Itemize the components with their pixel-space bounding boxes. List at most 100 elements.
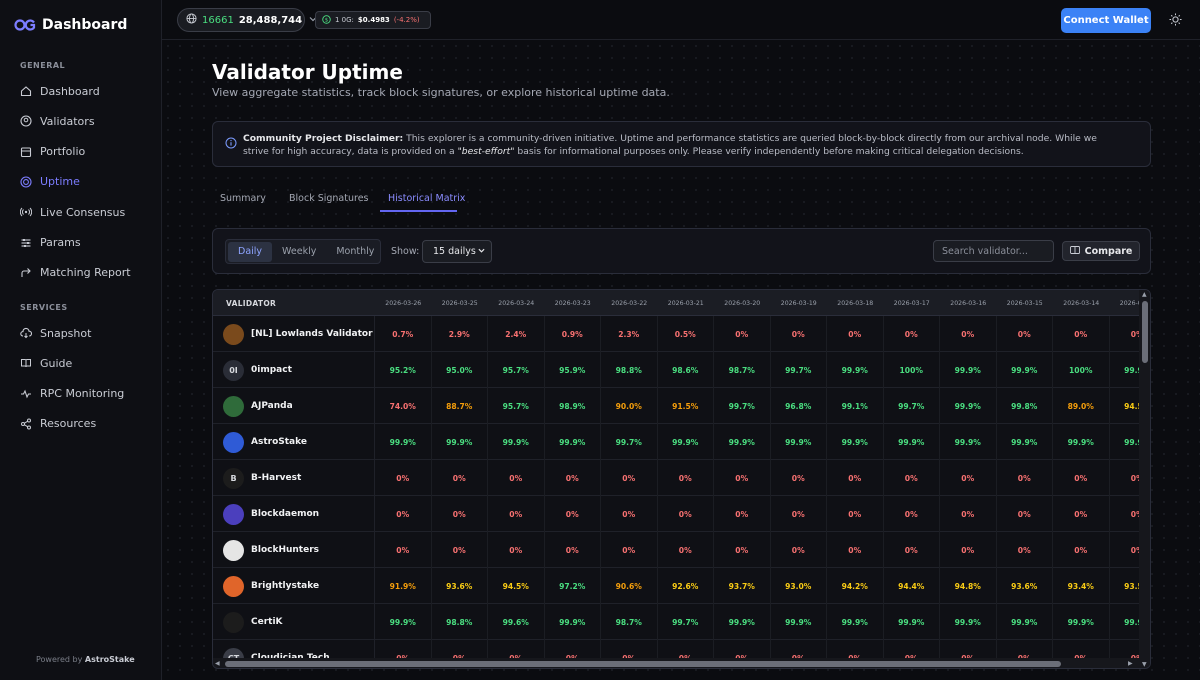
table-row[interactable]: B B-Harvest 0% 0% 0% 0% 0% 0% 0% 0% 0% 0% 0% 0% 0% 0%: [213, 460, 1150, 496]
tab-block-signatures[interactable]: Block Signatures: [289, 193, 369, 204]
uptime-cell[interactable]: 99.9%: [1053, 424, 1110, 460]
uptime-cell[interactable]: 0%: [884, 460, 940, 496]
uptime-cell[interactable]: 99.7%: [601, 424, 658, 460]
uptime-cell[interactable]: 0%: [884, 532, 940, 568]
scroll-right-icon[interactable]: ▶: [1128, 660, 1133, 667]
period-monthly-button[interactable]: Monthly: [326, 242, 384, 262]
uptime-cell[interactable]: 0%: [997, 460, 1053, 496]
uptime-cell[interactable]: 98.9%: [545, 388, 601, 424]
period-daily-button[interactable]: Daily: [228, 241, 273, 262]
uptime-cell[interactable]: 99.9%: [997, 604, 1053, 640]
validator-cell[interactable]: Blockdaemon: [213, 496, 375, 532]
scroll-down-icon[interactable]: ▼: [1142, 661, 1147, 668]
brand[interactable]: Dashboard: [14, 14, 127, 36]
uptime-cell[interactable]: 99.9%: [940, 352, 997, 388]
scroll-left-icon[interactable]: ◀: [215, 660, 220, 667]
uptime-cell[interactable]: 2.4%: [488, 316, 545, 352]
sidebar-item-resources[interactable]: Resources: [20, 414, 96, 434]
uptime-cell[interactable]: 0%: [545, 532, 601, 568]
uptime-cell[interactable]: 74.0%: [375, 388, 432, 424]
uptime-cell[interactable]: 95.7%: [488, 352, 545, 388]
uptime-cell[interactable]: 93.0%: [771, 568, 827, 604]
uptime-cell[interactable]: 0%: [940, 316, 997, 352]
validator-cell[interactable]: Brightlystake: [213, 568, 375, 604]
uptime-cell[interactable]: 99.9%: [1053, 604, 1110, 640]
sidebar-item-params[interactable]: Params: [20, 233, 81, 253]
table-row[interactable]: BlockHunters 0% 0% 0% 0% 0% 0% 0% 0% 0% 0% 0% 0% 0% 0%: [213, 532, 1150, 568]
uptime-cell[interactable]: 0%: [997, 316, 1053, 352]
uptime-cell[interactable]: 0%: [771, 460, 827, 496]
uptime-cell[interactable]: 0%: [658, 532, 714, 568]
uptime-cell[interactable]: 99.9%: [884, 604, 940, 640]
uptime-cell[interactable]: 0%: [545, 460, 601, 496]
validator-cell[interactable]: AstroStake: [213, 424, 375, 460]
uptime-cell[interactable]: 0%: [714, 532, 771, 568]
uptime-cell[interactable]: 0%: [488, 460, 545, 496]
uptime-cell[interactable]: 0%: [940, 496, 997, 532]
uptime-cell[interactable]: 100%: [1053, 352, 1110, 388]
uptime-cell[interactable]: 98.8%: [432, 604, 488, 640]
uptime-cell[interactable]: 99.9%: [375, 604, 432, 640]
uptime-cell[interactable]: 99.9%: [997, 424, 1053, 460]
scroll-up-icon[interactable]: ▲: [1142, 291, 1147, 298]
uptime-cell[interactable]: 99.9%: [771, 424, 827, 460]
uptime-cell[interactable]: 99.8%: [997, 388, 1053, 424]
uptime-cell[interactable]: 99.9%: [375, 424, 432, 460]
horizontal-scroll-thumb[interactable]: [225, 661, 1061, 667]
validator-name[interactable]: 0impact: [251, 365, 292, 375]
uptime-cell[interactable]: 0.5%: [658, 316, 714, 352]
uptime-cell[interactable]: 100%: [884, 352, 940, 388]
tab-historical-matrix[interactable]: Historical Matrix: [388, 193, 465, 204]
uptime-cell[interactable]: 0%: [658, 496, 714, 532]
uptime-cell[interactable]: 99.9%: [940, 604, 997, 640]
uptime-cell[interactable]: 99.1%: [827, 388, 884, 424]
uptime-cell[interactable]: 99.9%: [997, 352, 1053, 388]
uptime-cell[interactable]: 94.5%: [488, 568, 545, 604]
table-row[interactable]: CertiK 99.9% 98.8% 99.6% 99.9% 98.7% 99.7% 99.9…: [213, 604, 1150, 640]
uptime-cell[interactable]: 0%: [432, 532, 488, 568]
uptime-cell[interactable]: 0%: [432, 496, 488, 532]
uptime-cell[interactable]: 0%: [714, 496, 771, 532]
uptime-cell[interactable]: 99.9%: [432, 424, 488, 460]
uptime-cell[interactable]: 0%: [488, 532, 545, 568]
uptime-cell[interactable]: 97.2%: [545, 568, 601, 604]
validator-name[interactable]: Brightlystake: [251, 581, 319, 591]
search-validator-input[interactable]: [933, 240, 1054, 262]
uptime-cell[interactable]: 91.9%: [375, 568, 432, 604]
uptime-cell[interactable]: 91.5%: [658, 388, 714, 424]
uptime-cell[interactable]: 0%: [1053, 460, 1110, 496]
uptime-cell[interactable]: 95.2%: [375, 352, 432, 388]
uptime-cell[interactable]: 89.0%: [1053, 388, 1110, 424]
uptime-cell[interactable]: 99.9%: [827, 604, 884, 640]
uptime-cell[interactable]: 0%: [488, 496, 545, 532]
validator-name[interactable]: Blockdaemon: [251, 509, 319, 519]
uptime-cell[interactable]: 99.9%: [827, 352, 884, 388]
uptime-cell[interactable]: 0%: [771, 316, 827, 352]
sidebar-item-uptime[interactable]: Uptime: [20, 172, 80, 192]
validator-name[interactable]: B-Harvest: [251, 473, 301, 483]
uptime-cell[interactable]: 0%: [771, 496, 827, 532]
tab-summary[interactable]: Summary: [220, 193, 266, 204]
uptime-cell[interactable]: 0%: [827, 460, 884, 496]
uptime-cell[interactable]: 99.6%: [488, 604, 545, 640]
uptime-cell[interactable]: 99.9%: [884, 424, 940, 460]
vertical-scroll-thumb[interactable]: [1142, 301, 1148, 363]
uptime-cell[interactable]: 0%: [432, 460, 488, 496]
uptime-cell[interactable]: 0%: [1053, 316, 1110, 352]
uptime-cell[interactable]: 0%: [827, 316, 884, 352]
uptime-cell[interactable]: 99.9%: [940, 388, 997, 424]
network-selector[interactable]: 16661 28,488,744: [177, 8, 317, 32]
sidebar-item-rpc-monitoring[interactable]: RPC Monitoring: [20, 384, 124, 404]
uptime-cell[interactable]: 0%: [714, 460, 771, 496]
uptime-cell[interactable]: 0%: [827, 532, 884, 568]
uptime-cell[interactable]: 0%: [545, 496, 601, 532]
uptime-cell[interactable]: 0%: [601, 460, 658, 496]
validator-name[interactable]: BlockHunters: [251, 545, 319, 555]
theme-toggle-button[interactable]: [1167, 12, 1183, 28]
uptime-cell[interactable]: 0%: [601, 532, 658, 568]
uptime-cell[interactable]: 99.7%: [771, 352, 827, 388]
uptime-cell[interactable]: 93.7%: [714, 568, 771, 604]
uptime-cell[interactable]: 94.8%: [940, 568, 997, 604]
validator-cell[interactable]: AJPanda: [213, 388, 375, 424]
uptime-cell[interactable]: 2.3%: [601, 316, 658, 352]
